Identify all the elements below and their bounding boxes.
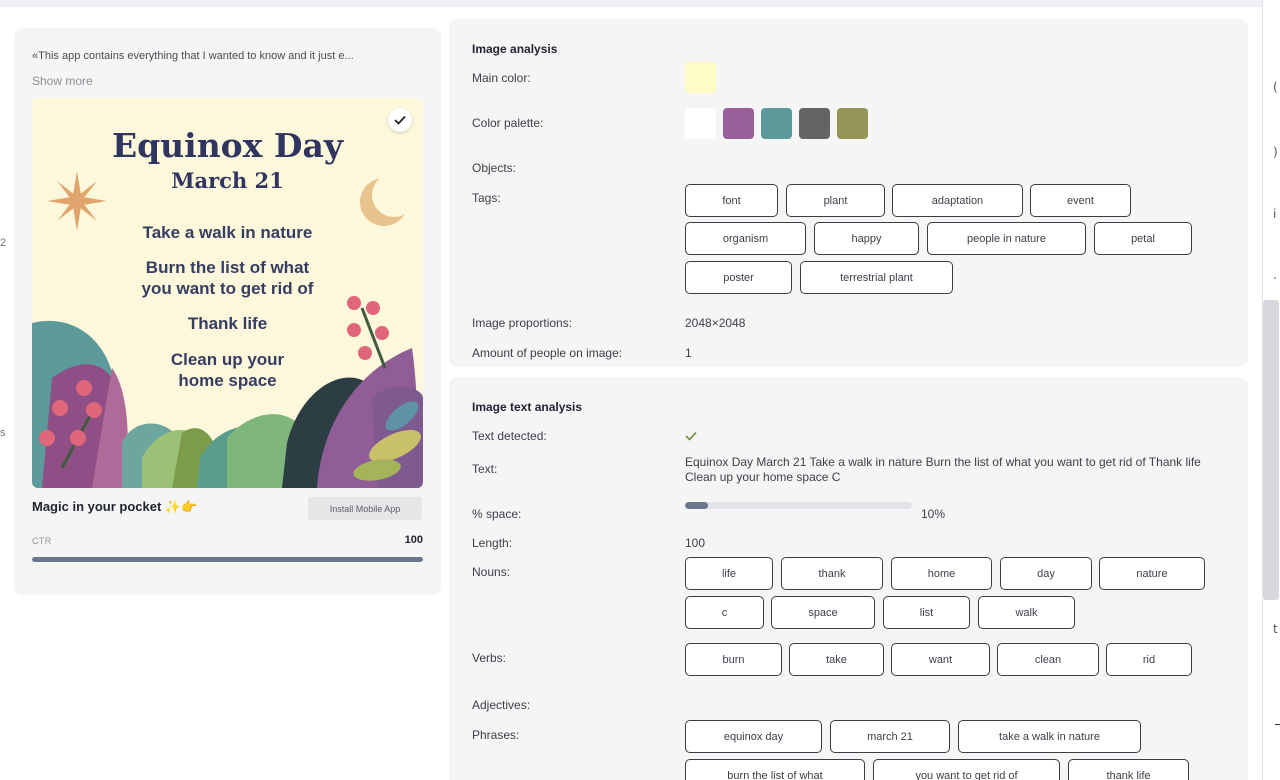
partial-glyph: t — [1273, 622, 1278, 636]
adjectives-label: Adjectives: — [472, 698, 531, 712]
noun-chip[interactable]: home — [891, 557, 992, 590]
noun-chip[interactable]: space — [771, 596, 875, 629]
verb-chip[interactable]: clean — [997, 643, 1099, 676]
tag-chip[interactable]: adaptation — [892, 184, 1023, 217]
noun-chip[interactable]: thank — [781, 557, 883, 590]
background-page-edge: ( ) i . t — [1262, 0, 1280, 780]
tag-chip[interactable]: event — [1030, 184, 1131, 217]
tag-chip[interactable]: organism — [685, 222, 806, 255]
poster-date: March 21 — [171, 168, 284, 193]
phrase-chip[interactable]: march 21 — [830, 720, 950, 753]
select-checkbox[interactable] — [388, 108, 412, 132]
tag-chip[interactable]: plant — [786, 184, 885, 217]
tag-chip[interactable]: happy — [814, 222, 919, 255]
image-proportions-label: Image proportions: — [472, 316, 573, 330]
palette-swatch — [685, 108, 716, 139]
text-detected-label: Text detected: — [472, 429, 547, 443]
phrases-label: Phrases: — [472, 728, 520, 742]
partial-glyph: s — [0, 427, 6, 439]
space-percent-value: 10% — [921, 507, 946, 521]
phrase-chip[interactable]: you want to get rid of — [873, 759, 1060, 780]
objects-label: Objects: — [472, 161, 517, 175]
review-quote: «This app contains everything that I wan… — [32, 50, 354, 62]
image-proportions-value: 2048×2048 — [685, 316, 746, 330]
verbs-label: Verbs: — [472, 651, 507, 665]
palette-swatch — [723, 108, 754, 139]
partial-glyph: . — [1273, 268, 1277, 282]
partial-glyph: ) — [1273, 145, 1278, 159]
verb-chip[interactable]: rid — [1106, 643, 1192, 676]
ad-caption: Magic in your pocket ✨👉 — [32, 499, 198, 514]
palette-swatch — [761, 108, 792, 139]
panel-title: Image analysis — [472, 42, 558, 56]
poster-title: Equinox Day — [111, 126, 344, 165]
poster-line: Take a walk in nature — [142, 223, 313, 242]
noun-chip[interactable]: nature — [1099, 557, 1205, 590]
space-percent-bar — [685, 502, 912, 509]
nouns-label: Nouns: — [472, 565, 511, 579]
partial-glyph: 2 — [0, 237, 7, 249]
image-text-analysis-panel: Image text analysis Text detected: Text:… — [449, 377, 1248, 780]
show-more-link[interactable]: Show more — [32, 74, 93, 88]
people-count-value: 1 — [685, 346, 692, 360]
poster-line: you want to get rid of — [141, 279, 314, 298]
partial-glyph: ( — [1273, 80, 1278, 94]
install-mobile-app-button[interactable]: Install Mobile App — [308, 497, 422, 520]
color-palette-label: Color palette: — [472, 116, 544, 130]
tag-chip[interactable]: people in nature — [927, 222, 1086, 255]
phrase-chip[interactable]: take a walk in nature — [958, 720, 1141, 753]
length-label: Length: — [472, 536, 513, 550]
tag-chip[interactable]: petal — [1094, 222, 1192, 255]
space-percent-fill — [685, 502, 708, 509]
poster-line: home space — [178, 371, 277, 390]
tag-chip[interactable]: font — [685, 184, 778, 217]
length-value: 100 — [685, 536, 706, 550]
space-percent-label: % space: — [472, 507, 522, 521]
panel-title: Image text analysis — [472, 400, 583, 414]
poster-image: Equinox Day March 21 Take a walk in natu… — [32, 98, 423, 488]
main-color-label: Main color: — [472, 71, 531, 85]
tag-chip[interactable]: poster — [685, 261, 792, 294]
image-details-modal: «This app contains everything that I wan… — [0, 7, 1262, 780]
noun-chip[interactable]: day — [1000, 557, 1092, 590]
tag-chip[interactable]: terrestrial plant — [800, 261, 953, 294]
ctr-progress-bar — [32, 557, 423, 562]
verb-chip[interactable]: take — [789, 643, 884, 676]
detected-text-value: Equinox Day March 21 Take a walk in natu… — [685, 455, 1201, 484]
ctr-label: CTR — [32, 536, 52, 546]
ad-preview-card: «This app contains everything that I wan… — [14, 28, 441, 595]
noun-chip[interactable]: walk — [978, 596, 1075, 629]
main-color-swatch — [685, 62, 716, 93]
noun-chip[interactable]: c — [685, 596, 764, 629]
image-analysis-panel: Image analysis Main color: Color palette… — [449, 19, 1248, 367]
poster-line: Burn the list of what — [145, 258, 310, 277]
text-detected-check-icon — [685, 431, 697, 441]
partial-glyph: i — [1273, 207, 1277, 221]
verb-chip[interactable]: want — [891, 643, 990, 676]
checkmark-icon — [394, 115, 406, 125]
phrase-chip[interactable]: burn the list of what — [685, 759, 865, 780]
verb-chip[interactable]: burn — [685, 643, 782, 676]
tags-label: Tags: — [472, 191, 501, 205]
palette-swatch — [837, 108, 868, 139]
text-label: Text: — [472, 462, 498, 476]
phrase-chip[interactable]: thank life — [1068, 759, 1189, 780]
ctr-progress-fill — [32, 557, 423, 562]
phrase-chip[interactable]: equinox day — [685, 720, 822, 753]
noun-chip[interactable]: list — [883, 596, 970, 629]
poster-line: Clean up your — [170, 350, 285, 369]
palette-swatch — [799, 108, 830, 139]
ctr-value: 100 — [404, 534, 423, 546]
poster-line: Thank life — [187, 314, 268, 333]
noun-chip[interactable]: life — [685, 557, 773, 590]
people-count-label: Amount of people on image: — [472, 346, 623, 360]
partial-rule — [1275, 724, 1280, 725]
scrollbar[interactable] — [1263, 300, 1279, 600]
